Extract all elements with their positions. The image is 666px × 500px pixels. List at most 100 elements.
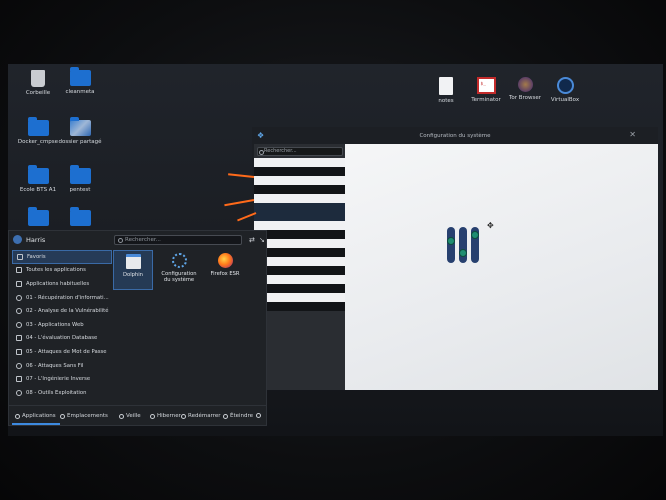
category-label: 05 - Attaques de Mot de Passe (26, 348, 107, 355)
category-02[interactable]: 02 - Analyse de la Vulnérabilité (12, 304, 112, 318)
button-label: Éteindre (230, 413, 254, 419)
user-profile[interactable]: Harris (13, 235, 45, 244)
loading-indicator-icon (445, 219, 485, 269)
button-label: Redémarrer (188, 413, 221, 419)
category-06[interactable]: 06 - Attaques Sans Fil (12, 359, 112, 373)
category-08[interactable]: 08 - Outils Exploitation (12, 386, 112, 400)
category-03[interactable]: 03 - Applications Web (12, 318, 112, 332)
desktop-icon-label: dossier partagé (58, 139, 102, 145)
app-system-settings[interactable]: Configuration du système (159, 250, 199, 290)
settings-sidebar-item[interactable] (254, 257, 346, 266)
apps-icon (16, 280, 22, 287)
firefox-icon (217, 253, 233, 268)
category-05[interactable]: 05 - Attaques de Mot de Passe (12, 345, 112, 359)
category-label: 06 - Attaques Sans Fil (26, 362, 84, 369)
settings-sidebar-item[interactable] (254, 194, 346, 203)
desktop-icon-folder[interactable] (51, 207, 109, 229)
desktop-icon-label: VirtualBox (550, 97, 580, 103)
settings-sidebar-item[interactable] (254, 302, 346, 311)
category-07[interactable]: 07 - L'Ingénierie Inverse (12, 372, 112, 386)
category-label: 03 - Applications Web (26, 321, 84, 328)
tab-label: Emplacements (67, 413, 108, 419)
more-button[interactable] (256, 413, 261, 418)
reverse-icon (16, 376, 22, 383)
launcher-footer: Applications Emplacements Veille Hiberne… (9, 405, 266, 425)
category-frequent-apps[interactable]: Applications habituelles (12, 277, 112, 291)
settings-sidebar-item[interactable] (254, 284, 346, 293)
category-favorites[interactable]: Favoris (12, 250, 112, 264)
tab-places[interactable]: Emplacements (60, 413, 108, 419)
desktop-icon-pentest[interactable]: pentest (51, 165, 109, 193)
terminal-icon: $_ (476, 77, 496, 94)
dolphin-icon (125, 254, 141, 269)
app-dolphin[interactable]: Dolphin (113, 250, 153, 290)
launcher-search-input[interactable]: Rechercher... (114, 235, 242, 245)
app-label: Firefox ESR (210, 271, 240, 277)
app-firefox[interactable]: Firefox ESR (205, 250, 245, 290)
category-all-apps[interactable]: Toutes les applications (12, 264, 112, 278)
category-label: 07 - L'Ingénierie Inverse (26, 376, 91, 383)
bookmark-icon (17, 253, 23, 260)
search-icon (16, 294, 22, 301)
settings-sidebar-item[interactable] (254, 266, 346, 275)
user-name: Harris (26, 235, 46, 244)
category-label: 02 - Analyse de la Vulnérabilité (26, 308, 109, 315)
category-label: 01 - Récupération d'informati... (26, 294, 109, 301)
settings-sidebar-item[interactable] (254, 185, 346, 194)
trash-icon (31, 70, 45, 87)
tab-label: Applications (22, 413, 56, 419)
settings-search-input[interactable]: Rechercher... (257, 147, 343, 156)
settings-sidebar-item[interactable] (254, 176, 346, 185)
folder-icon (69, 67, 91, 86)
avatar (13, 235, 22, 244)
settings-content-area: ✥ (345, 144, 658, 390)
scan-icon (16, 308, 22, 315)
shutdown-button[interactable]: Éteindre (223, 413, 253, 419)
settings-sidebar-item[interactable] (254, 203, 346, 212)
settings-sidebar-item[interactable] (254, 221, 346, 230)
settings-sidebar-item[interactable] (254, 167, 346, 176)
desktop-icon-shared[interactable]: dossier partagé (51, 117, 109, 145)
tab-applications[interactable]: Applications (15, 413, 56, 419)
configure-icon[interactable]: ⇄ (249, 236, 255, 244)
settings-sidebar-item[interactable] (254, 275, 346, 284)
folder-icon (27, 207, 49, 226)
settings-sidebar-item[interactable] (254, 239, 346, 248)
restart-button[interactable]: Redémarrer (181, 413, 221, 419)
category-01[interactable]: 01 - Récupération d'informati... (12, 291, 112, 305)
virtualbox-icon (556, 77, 574, 94)
settings-sidebar-item[interactable] (254, 293, 346, 302)
launcher-header: Harris Rechercher... ⇄ ↘ (9, 231, 266, 249)
application-launcher[interactable]: Harris Rechercher... ⇄ ↘ Favoris Toutes … (8, 230, 267, 426)
category-label: 08 - Outils Exploitation (26, 389, 87, 396)
pin-icon[interactable]: ↘ (259, 236, 265, 244)
settings-sidebar-item[interactable] (254, 212, 346, 221)
restart-icon (181, 413, 186, 419)
sleep-icon (119, 413, 124, 419)
settings-sidebar-item[interactable] (254, 158, 346, 167)
button-label: Veille (126, 413, 141, 419)
more-icon (256, 413, 261, 418)
app-label: Configuration du système (161, 271, 197, 283)
desktop-icon-label: cleanmeta (65, 89, 95, 95)
settings-sidebar: Rechercher... (254, 144, 346, 390)
category-list: Favoris Toutes les applications Applicat… (12, 250, 112, 400)
tor-browser-icon (517, 77, 533, 92)
category-label: Applications habituelles (26, 280, 90, 287)
close-icon[interactable]: ✕ (629, 130, 636, 139)
system-settings-window[interactable]: ❖ Configuration du système ✕ Rechercher.… (252, 127, 658, 390)
document-icon (439, 77, 453, 95)
category-label: Toutes les applications (26, 267, 86, 274)
desktop-icon-cleanmeta[interactable]: cleanmeta (51, 67, 109, 95)
grid-icon (15, 413, 20, 419)
active-tab-indicator (12, 423, 60, 425)
window-titlebar[interactable]: ❖ Configuration du système ✕ (252, 127, 658, 145)
sleep-button[interactable]: Veille (119, 413, 141, 419)
category-04[interactable]: 04 - L'évaluation Database (12, 332, 112, 346)
desktop-icon-virtualbox[interactable]: VirtualBox (536, 77, 594, 103)
settings-sidebar-item[interactable] (254, 230, 346, 239)
busy-cursor-icon: ✥ (487, 221, 494, 230)
category-label: Favoris (27, 253, 46, 260)
hibernate-button[interactable]: Hiberner (150, 413, 181, 419)
settings-sidebar-item[interactable] (254, 248, 346, 257)
